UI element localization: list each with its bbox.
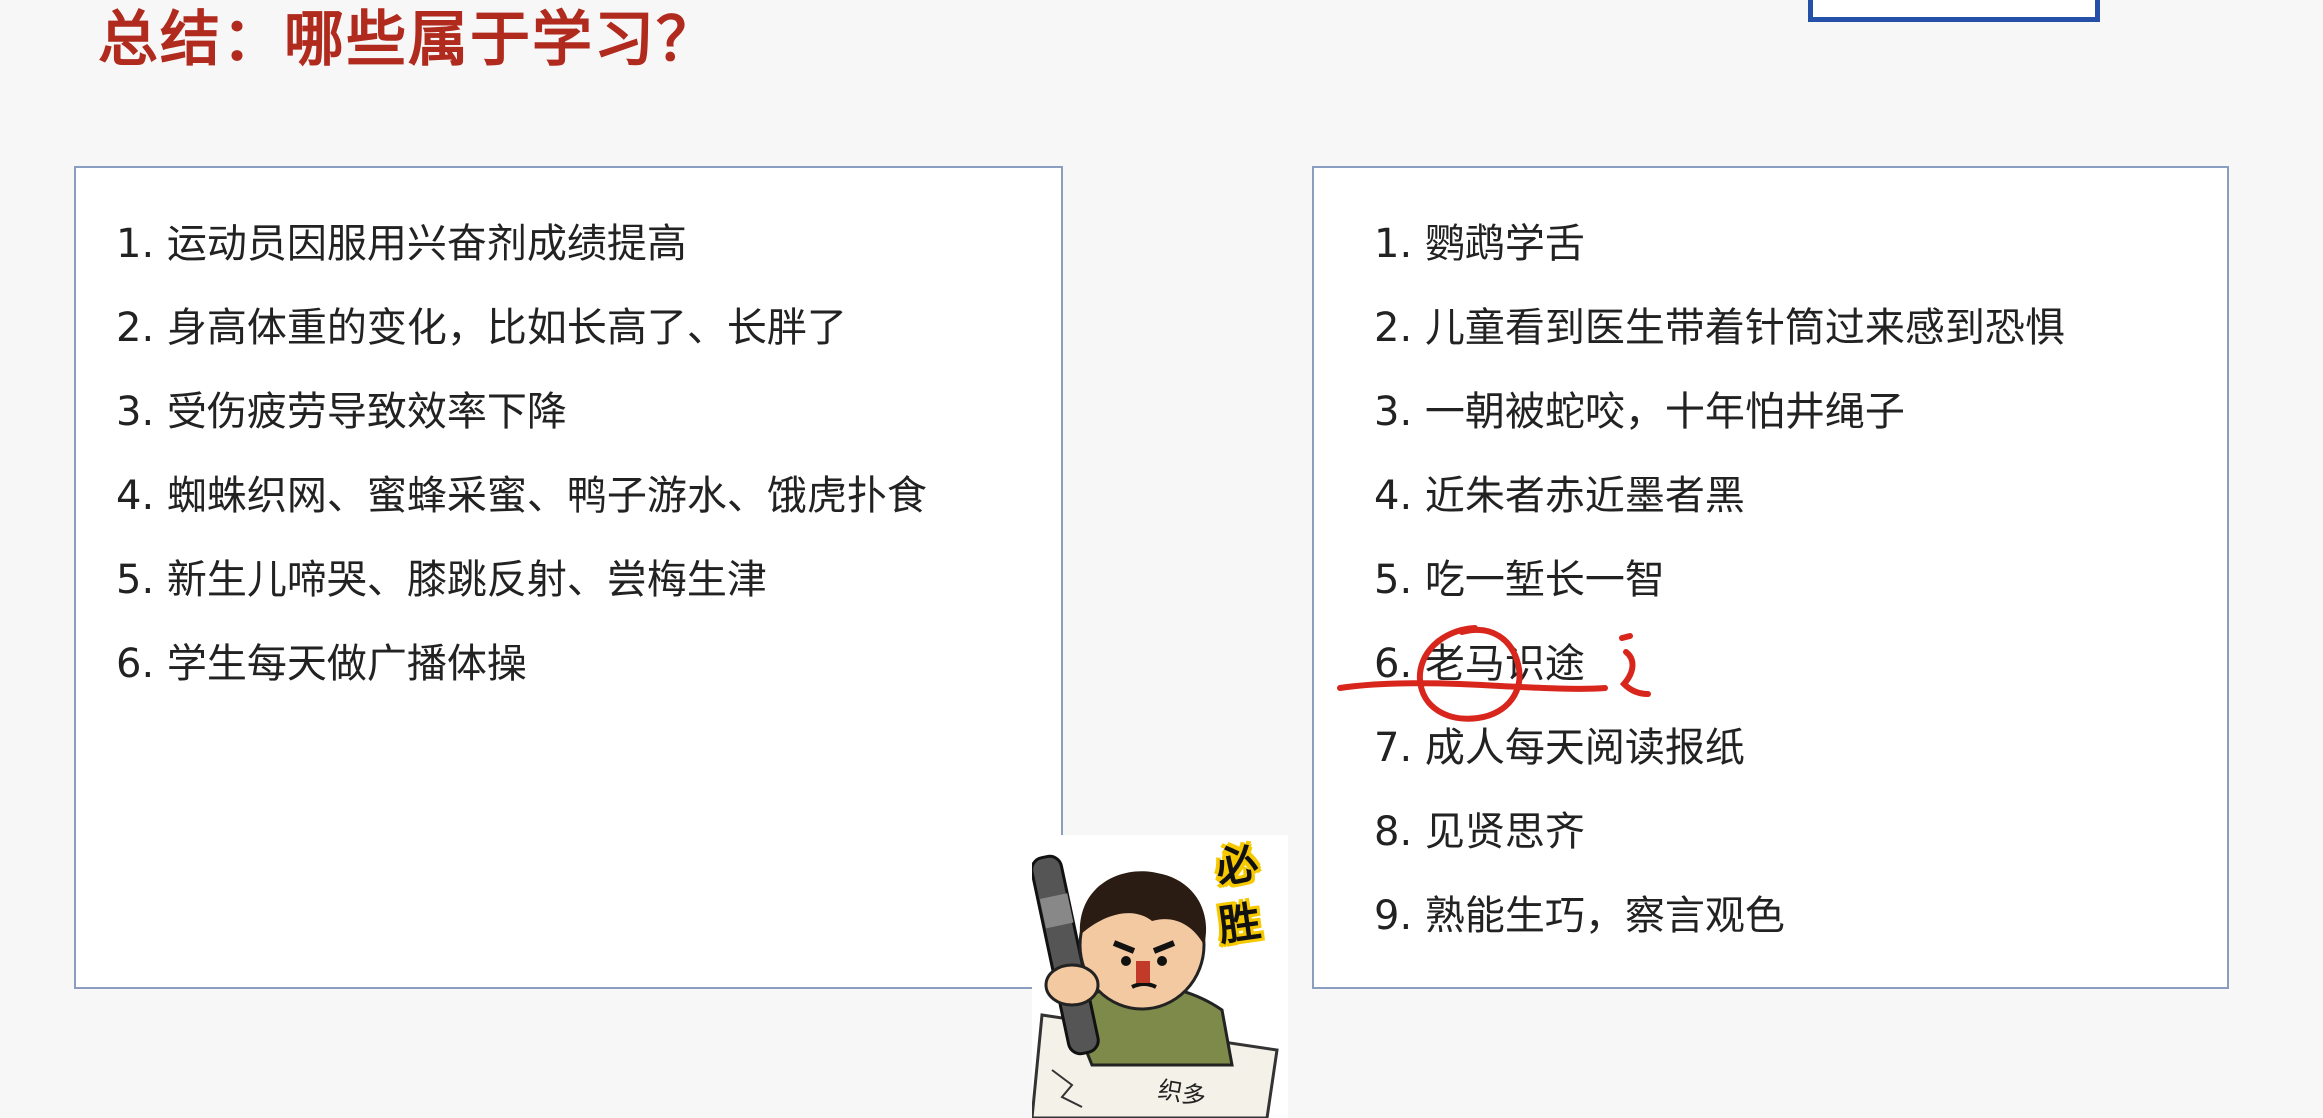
list-item: 3. 一朝被蛇咬，十年怕井绳子 (1374, 389, 1905, 435)
list-item: 3. 受伤疲劳导致效率下降 (116, 389, 567, 435)
list-item: 1. 运动员因服用兴奋剂成绩提高 (116, 221, 687, 267)
list-item: 4. 近朱者赤近墨者黑 (1374, 473, 1745, 519)
right-list: 1. 鹦鹉学舌 2. 儿童看到医生带着针筒过来感到恐惧 3. 一朝被蛇咬，十年怕… (1374, 216, 2065, 972)
list-item: 1. 鹦鹉学舌 (1374, 221, 1585, 267)
corner-badge (1808, 0, 2100, 22)
list-item: 9. 熟能生巧，察言观色 (1374, 893, 1785, 939)
list-item: 6. 学生每天做广播体操 (116, 641, 527, 687)
list-item: 2. 身高体重的变化，比如长高了、长胖了 (116, 305, 847, 351)
page-title: 总结：哪些属于学习？ (98, 5, 718, 75)
list-item: 6. 老马识途 (1374, 641, 1585, 687)
right-panel: 1. 鹦鹉学舌 2. 儿童看到医生带着针筒过来感到恐惧 3. 一朝被蛇咬，十年怕… (1312, 166, 2229, 989)
list-item: 5. 新生儿啼哭、膝跳反射、尝梅生津 (116, 557, 767, 603)
list-item: 8. 见贤思齐 (1374, 809, 1585, 855)
list-item: 5. 吃一堑长一智 (1374, 557, 1665, 603)
list-item: 4. 蜘蛛织网、蜜蜂采蜜、鸭子游水、饿虎扑食 (116, 473, 927, 519)
left-panel: 1. 运动员因服用兴奋剂成绩提高 2. 身高体重的变化，比如长高了、长胖了 3.… (74, 166, 1063, 989)
left-list: 1. 运动员因服用兴奋剂成绩提高 2. 身高体重的变化，比如长高了、长胖了 3.… (116, 216, 927, 720)
list-item: 7. 成人每天阅读报纸 (1374, 725, 1745, 771)
sticker-char-sheng: 胜 (1215, 896, 1264, 951)
list-item: 2. 儿童看到医生带着针筒过来感到恐惧 (1374, 305, 2065, 351)
